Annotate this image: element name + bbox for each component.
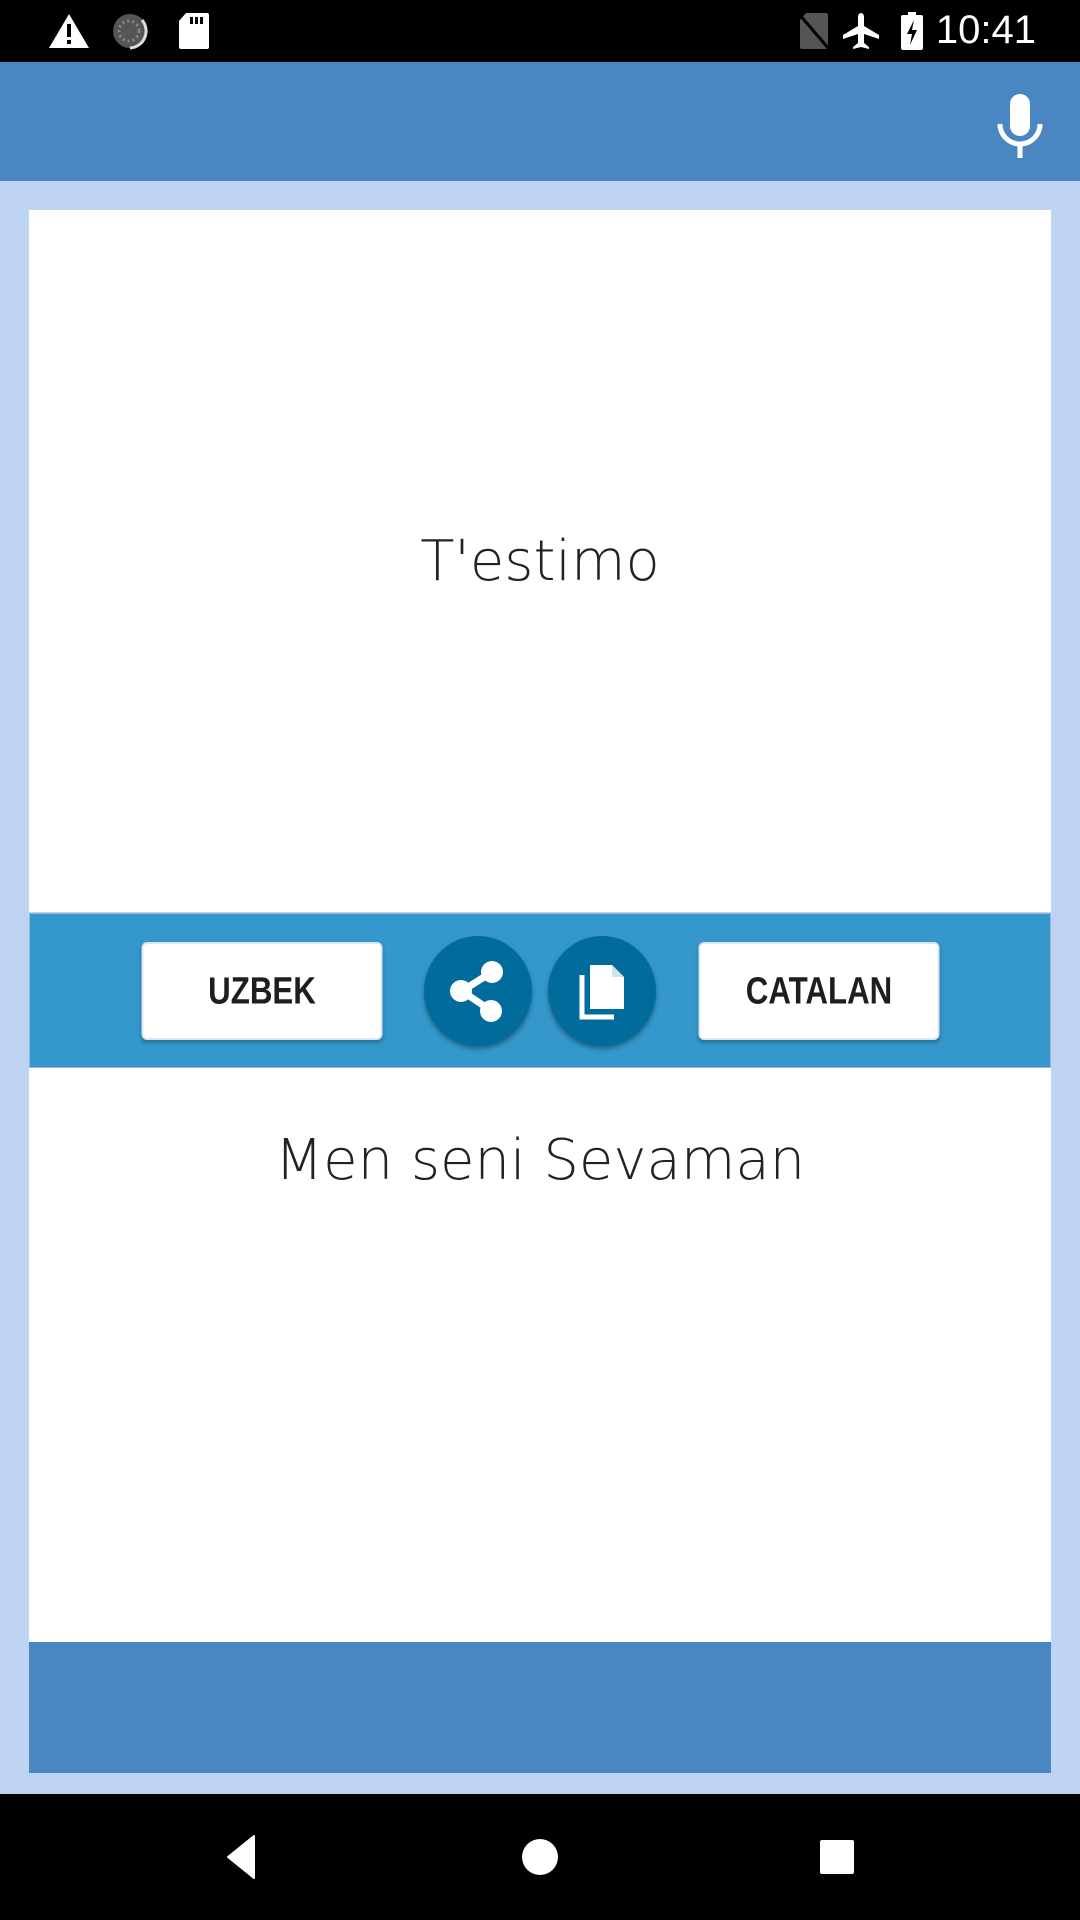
sync-icon — [113, 14, 148, 50]
microphone-icon — [997, 94, 1043, 158]
app-bar — [0, 62, 1080, 181]
source-text: T'estimo — [420, 528, 660, 594]
share-icon — [450, 961, 503, 1022]
warning-icon — [49, 14, 89, 48]
home-icon[interactable] — [515, 1832, 565, 1882]
copy-icon — [579, 965, 624, 1020]
translated-text-panel: Men seni Sevaman — [29, 1068, 1051, 1642]
voice-input-button[interactable] — [990, 90, 1050, 160]
copy-button[interactable] — [548, 936, 656, 1046]
recents-icon[interactable] — [812, 1832, 862, 1882]
status-time: 10:41 — [935, 8, 1036, 52]
ad-banner-area — [29, 1642, 1051, 1773]
no-sim-icon — [798, 13, 830, 50]
status-bar: 10:41 — [0, 0, 1080, 62]
target-language-label: CATALAN — [745, 969, 893, 1012]
airplane-mode-icon — [843, 13, 879, 49]
translated-text: Men seni Sevaman — [274, 1128, 806, 1193]
source-language-label: UZBEK — [208, 969, 316, 1012]
share-button[interactable] — [424, 936, 532, 1046]
source-language-button[interactable]: UZBEK — [141, 942, 383, 1040]
navigation-bar — [0, 1794, 1080, 1920]
target-language-button[interactable]: CATALAN — [698, 942, 940, 1040]
source-text-panel[interactable]: T'estimo — [29, 210, 1051, 912]
back-icon[interactable] — [218, 1832, 268, 1882]
battery-charging-icon — [901, 12, 923, 50]
language-toolbar: UZBEK CATALAN — [29, 913, 1051, 1068]
sd-card-icon — [179, 13, 209, 49]
